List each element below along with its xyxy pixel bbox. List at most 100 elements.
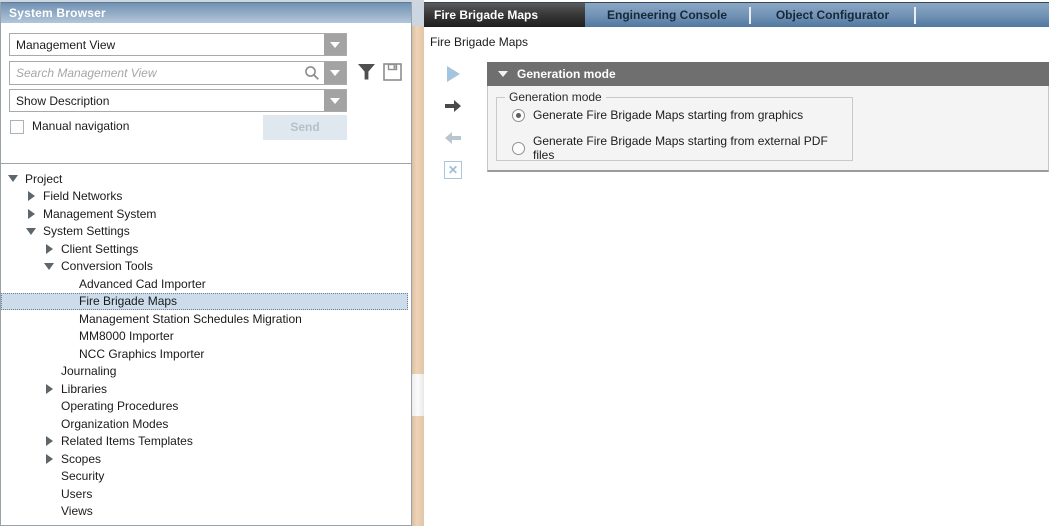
radio-unselected-icon[interactable] (512, 142, 525, 155)
search-input[interactable]: Search Management View (9, 61, 347, 85)
tree-item-management-system[interactable]: Management System (1, 205, 411, 223)
tab-separator (914, 7, 916, 24)
description-dropdown-button[interactable] (324, 90, 346, 111)
description-mode-value: Show Description (10, 94, 324, 108)
arrow-right-icon[interactable] (438, 90, 468, 122)
tree-collapsed-arrow-icon[interactable] (43, 454, 55, 464)
chevron-down-icon (330, 42, 340, 48)
filter-icon[interactable] (357, 63, 376, 86)
view-selector-dropdown-button[interactable] (324, 34, 346, 55)
tree-expanded-arrow-icon[interactable] (43, 263, 55, 270)
tree-item-fire-brigade-maps[interactable]: Fire Brigade Maps (1, 293, 408, 311)
tree-item-label: Journaling (61, 364, 116, 378)
work-area-panel: Fire Brigade Maps Engineering Console Obje… (424, 0, 1049, 526)
tree-item-label: NCC Graphics Importer (79, 347, 204, 361)
manual-navigation-label: Manual navigation (32, 119, 129, 133)
tree-item-ncc-graphics-importer[interactable]: NCC Graphics Importer (1, 345, 411, 363)
panel-splitter (412, 2, 424, 526)
tab-object-configurator[interactable]: Object Configurator (751, 3, 914, 27)
search-dropdown-button[interactable] (324, 62, 346, 84)
radio-option-label: Generate Fire Brigade Maps starting from… (533, 108, 803, 122)
tree-item-views[interactable]: Views (1, 503, 411, 521)
tree-item-security[interactable]: Security (1, 468, 411, 486)
generation-mode-groupbox: Generation mode Generate Fire Brigade Ma… (496, 97, 853, 161)
send-button[interactable]: Send (263, 115, 347, 140)
tree-item-libraries[interactable]: Libraries (1, 380, 411, 398)
tab-bar: Fire Brigade Maps Engineering Console Obje… (424, 2, 1049, 27)
tree-expanded-arrow-icon[interactable] (7, 175, 19, 182)
close-box-icon[interactable]: ✕ (438, 154, 468, 186)
chevron-down-icon (330, 98, 340, 104)
tree-item-management-station-schedules-migration[interactable]: Management Station Schedules Migration (1, 310, 411, 328)
manual-navigation-checkbox[interactable] (10, 120, 24, 134)
play-icon[interactable] (438, 58, 468, 90)
expander-title: Generation mode (517, 67, 616, 81)
tree-item-label: Field Networks (43, 189, 122, 203)
tree-item-field-networks[interactable]: Field Networks (1, 188, 411, 206)
radio-selected-icon[interactable] (512, 109, 525, 122)
application-window: System Browser Management View Search Ma… (0, 0, 1049, 526)
tree-item-label: Users (61, 487, 92, 501)
view-selector-value: Management View (10, 38, 324, 52)
generation-mode-group-label: Generation mode (505, 90, 606, 104)
page-title: Fire Brigade Maps (430, 35, 528, 49)
search-placeholder: Search Management View (10, 66, 300, 80)
tree-collapsed-arrow-icon[interactable] (25, 191, 37, 201)
tree-item-label: MM8000 Importer (79, 329, 174, 343)
save-icon[interactable] (383, 63, 402, 86)
tab-label: Fire Brigade Maps (434, 8, 538, 22)
tree-item-journaling[interactable]: Journaling (1, 363, 411, 381)
tree-scrollbar-track[interactable] (412, 26, 424, 526)
chevron-down-icon (498, 71, 508, 77)
generation-mode-expander: Generation mode Generation mode Generate… (487, 62, 1049, 172)
arrow-left-icon[interactable] (438, 122, 468, 154)
tree-collapsed-arrow-icon[interactable] (43, 244, 55, 254)
tree-item-label: System Settings (43, 224, 130, 238)
radio-option-generate-fire-brigade-maps-starting-from-graphics[interactable]: Generate Fire Brigade Maps starting from… (512, 108, 803, 122)
tree-item-label: Organization Modes (61, 417, 168, 431)
tree-item-organization-modes[interactable]: Organization Modes (1, 415, 411, 433)
vertical-toolbar: ✕ (438, 58, 468, 186)
chevron-down-icon (330, 70, 340, 76)
description-mode-selector[interactable]: Show Description (9, 89, 347, 112)
tree-item-mm8000-importer[interactable]: MM8000 Importer (1, 328, 411, 346)
tree-item-label: Related Items Templates (61, 434, 193, 448)
tree-item-label: Conversion Tools (61, 259, 153, 273)
tree-item-advanced-cad-importer[interactable]: Advanced Cad Importer (1, 275, 411, 293)
controls-tree-divider (1, 163, 411, 164)
tree-item-label: Operating Procedures (61, 399, 178, 413)
tab-fire-brigade-maps[interactable]: Fire Brigade Maps (424, 3, 585, 27)
tree-expanded-arrow-icon[interactable] (25, 228, 37, 235)
system-browser-title: System Browser (9, 6, 106, 20)
tree-item-related-items-templates[interactable]: Related Items Templates (1, 433, 411, 451)
tree-collapsed-arrow-icon[interactable] (43, 436, 55, 446)
tree-item-scopes[interactable]: Scopes (1, 450, 411, 468)
search-icon[interactable] (300, 65, 324, 81)
tree-item-label: Management Station Schedules Migration (79, 312, 302, 326)
tree-collapsed-arrow-icon[interactable] (43, 384, 55, 394)
tree-collapsed-arrow-icon[interactable] (25, 209, 37, 219)
tree-item-users[interactable]: Users (1, 485, 411, 503)
tree-item-label: Views (61, 504, 93, 518)
tree-scrollbar-thumb[interactable] (412, 374, 424, 416)
radio-option-generate-fire-brigade-maps-starting-from-external-pdf-files[interactable]: Generate Fire Brigade Maps starting from… (512, 134, 852, 162)
tree-item-label: Scopes (61, 452, 101, 466)
close-x-glyph: ✕ (444, 161, 462, 179)
generation-mode-expander-header[interactable]: Generation mode (487, 62, 1049, 86)
navigation-tree: Project Field Networks Management System Sy… (1, 165, 411, 525)
tree-item-label: Fire Brigade Maps (79, 294, 177, 308)
tree-item-label: Security (61, 469, 104, 483)
tab-label: Object Configurator (776, 8, 889, 22)
tree-item-label: Management System (43, 207, 156, 221)
tab-engineering-console[interactable]: Engineering Console (585, 3, 749, 27)
tree-item-project[interactable]: Project (1, 170, 411, 188)
tree-item-system-settings[interactable]: System Settings (1, 223, 411, 241)
tree-item-operating-procedures[interactable]: Operating Procedures (1, 398, 411, 416)
tree-item-client-settings[interactable]: Client Settings (1, 240, 411, 258)
system-browser-titlebar: System Browser (1, 2, 411, 23)
tree-item-conversion-tools[interactable]: Conversion Tools (1, 258, 411, 276)
view-selector[interactable]: Management View (9, 33, 347, 56)
tree-item-label: Client Settings (61, 242, 138, 256)
play-triangle (447, 66, 460, 82)
tree-item-label: Project (25, 172, 62, 186)
